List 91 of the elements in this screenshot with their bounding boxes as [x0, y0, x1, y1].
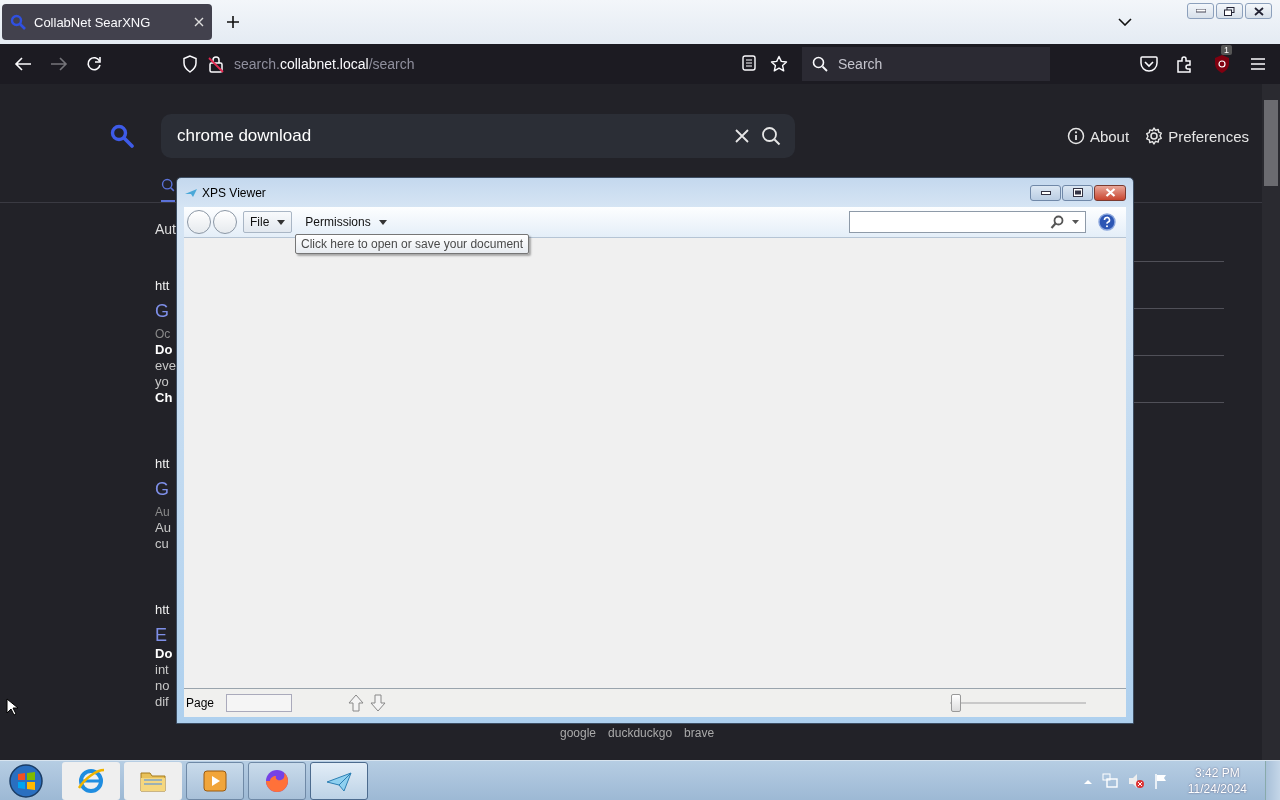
- shield-icon[interactable]: [182, 55, 198, 73]
- engine-label: google: [560, 726, 597, 740]
- close-icon: [1253, 6, 1264, 16]
- result-snippet: no: [155, 678, 170, 694]
- taskbar-app-button[interactable]: [62, 762, 120, 800]
- engine-label: duckduckgo: [608, 726, 673, 740]
- badge-count: 1: [1221, 45, 1232, 55]
- result-date: Oc: [155, 326, 171, 342]
- restore-icon: [1224, 6, 1235, 16]
- result-snippet: eve: [155, 358, 176, 374]
- taskbar-app-button[interactable]: [310, 762, 368, 800]
- reader-view-icon[interactable]: [742, 55, 756, 71]
- tab-title: CollabNet SearXNG: [34, 14, 152, 30]
- result-title[interactable]: E: [155, 624, 167, 646]
- result-snippet: Ch: [155, 390, 173, 406]
- menu-button[interactable]: Permissions: [298, 211, 394, 233]
- search-input[interactable]: Search: [836, 48, 1030, 80]
- result-title[interactable]: G: [155, 300, 169, 322]
- globe-icon: [76, 766, 106, 796]
- close-icon[interactable]: [194, 17, 204, 27]
- slider-thumb[interactable]: [950, 694, 961, 712]
- menu-icon[interactable]: [1250, 57, 1266, 71]
- search-icon: [10, 14, 26, 30]
- page-field[interactable]: [226, 694, 293, 712]
- tooltip: Click here to open or save your document: [295, 234, 530, 254]
- arrow-up-icon[interactable]: [348, 694, 365, 712]
- settings-icon: [1145, 127, 1164, 145]
- minimize-icon: [1195, 9, 1206, 13]
- info-icon: [1066, 127, 1085, 145]
- close-button[interactable]: [1094, 184, 1126, 201]
- result-count: Aut: [155, 221, 176, 237]
- close-button[interactable]: [1245, 3, 1272, 19]
- header-link[interactable]: About: [1066, 127, 1130, 145]
- plus-icon[interactable]: [226, 15, 240, 29]
- result-url[interactable]: htt: [155, 456, 170, 472]
- chevron-down-icon[interactable]: [1118, 18, 1132, 26]
- maximize-icon: [1072, 188, 1083, 197]
- window-title: XPS Viewer: [202, 185, 266, 200]
- result-url[interactable]: htt: [155, 602, 170, 618]
- page-label: Page: [186, 696, 215, 710]
- forward-button[interactable]: [213, 210, 237, 234]
- taskbar-app-button[interactable]: [186, 762, 244, 800]
- engine-label: brave: [684, 726, 715, 740]
- shield-icon[interactable]: [1212, 54, 1232, 74]
- search-field[interactable]: [849, 211, 1086, 233]
- minimize-icon: [1040, 190, 1051, 195]
- reload-icon[interactable]: [86, 56, 102, 72]
- result-title[interactable]: G: [155, 478, 169, 500]
- search-field[interactable]: Search: [802, 47, 1050, 81]
- pocket-icon[interactable]: [1140, 56, 1158, 72]
- restore-button[interactable]: [1216, 3, 1243, 19]
- lock-icon[interactable]: [208, 55, 224, 73]
- menu-button[interactable]: File: [243, 211, 293, 233]
- result-snippet: yo: [155, 374, 169, 390]
- zoom-slider[interactable]: [950, 693, 1086, 713]
- header-link[interactable]: Preferences: [1145, 127, 1249, 145]
- speaker-muted-icon[interactable]: [1127, 773, 1144, 789]
- search-icon: [812, 56, 828, 72]
- help-icon[interactable]: [1098, 213, 1116, 231]
- caret-down-icon: [1072, 220, 1079, 224]
- back-button[interactable]: [187, 210, 211, 234]
- result-snippet: int: [155, 662, 169, 678]
- back-icon[interactable]: [14, 56, 32, 72]
- result-snippet: Au: [155, 520, 171, 536]
- taskbar-app-button[interactable]: [248, 762, 306, 800]
- search-input[interactable]: chrome download: [175, 115, 723, 157]
- result-snippet: cu: [155, 536, 169, 552]
- result-url[interactable]: htt: [155, 278, 170, 294]
- search-icon: [161, 176, 175, 194]
- search-icon: [1050, 215, 1064, 229]
- cursor-icon: [6, 698, 18, 716]
- search-field[interactable]: chrome download: [161, 114, 795, 158]
- browser-tab[interactable]: CollabNet SearXNG: [2, 4, 212, 40]
- clear-icon[interactable]: [735, 129, 749, 143]
- result-snippet: dif: [155, 694, 169, 710]
- result-date: Au: [155, 504, 170, 520]
- arrow-down-icon[interactable]: [370, 694, 387, 712]
- result-snippet: Do: [155, 646, 173, 662]
- result-snippet: Do: [155, 342, 173, 358]
- minimize-button[interactable]: [1030, 184, 1061, 201]
- caret-down-icon: [277, 219, 286, 225]
- paper-plane-icon: [184, 187, 198, 198]
- star-icon[interactable]: [770, 55, 788, 73]
- caret-down-icon: [378, 219, 387, 225]
- close-icon: [1104, 188, 1116, 197]
- url-text[interactable]: search.collabnet.local/search: [234, 56, 415, 72]
- puzzle-icon[interactable]: [1176, 55, 1194, 73]
- search-icon[interactable]: [761, 126, 781, 146]
- maximize-button[interactable]: [1062, 184, 1093, 201]
- scrollbar[interactable]: [1262, 84, 1280, 760]
- start-button-icon[interactable]: [8, 763, 44, 799]
